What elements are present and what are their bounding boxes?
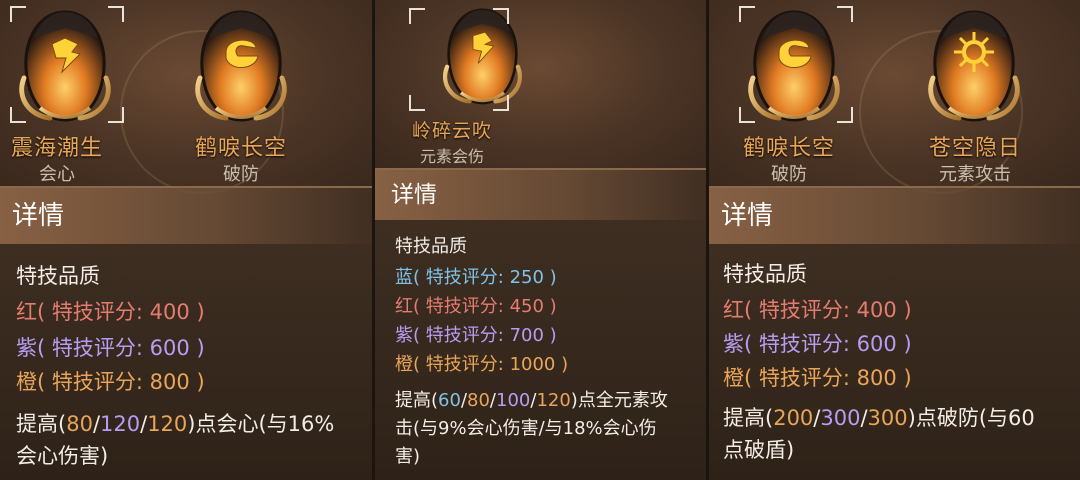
skill-panel-2: 岭碎云吹 元素会伤 详情 特技品质 蓝( 特技评分: 250 ) 红( 特技评分… <box>375 0 706 480</box>
gem-slot-selected[interactable] <box>10 8 120 123</box>
selection-corner <box>739 107 755 123</box>
quality-heading: 特技品质 <box>395 236 467 257</box>
selection-corner <box>739 6 755 22</box>
sun-crest-icon <box>919 8 1029 123</box>
tier-row: 紫( 特技评分: 600 ) <box>16 336 205 360</box>
selection-corner <box>10 6 26 22</box>
gem-stat: 破防 <box>771 164 807 185</box>
effect-description-cont: 击(与9%会心伤害/与18%会心伤 <box>395 418 657 439</box>
skill-panel-1: 震海潮生 会心 鹤唳长空 破防 详情 特技品质 红( 特技评分: 400 ) 紫… <box>0 0 372 480</box>
effect-description: 提高(60/80/100/120)点全元素攻 <box>395 390 668 411</box>
tier-row: 紫( 特技评分: 700 ) <box>395 325 557 346</box>
effect-description-cont: 会心伤害) <box>16 444 109 468</box>
tier-row: 红( 特技评分: 400 ) <box>16 300 205 324</box>
tier-row: 红( 特技评分: 450 ) <box>395 296 557 317</box>
tier-row: 紫( 特技评分: 600 ) <box>723 332 912 356</box>
detail-header: 详情 <box>375 168 706 220</box>
skill-panel-3: 鹤唳长空 破防 苍空隐日 元素攻击 详情 特技品质 红( 特技评分: 400 )… <box>709 0 1080 480</box>
selection-corner <box>108 107 124 123</box>
gem-stat: 破防 <box>223 164 259 185</box>
quality-heading: 特技品质 <box>16 264 100 288</box>
gem-name: 震海潮生 <box>10 136 103 161</box>
gem-name: 岭碎云吹 <box>411 120 492 142</box>
gem-slot[interactable] <box>186 8 296 123</box>
selection-corner <box>837 6 853 22</box>
gem-name: 苍空隐日 <box>928 136 1021 161</box>
gem-slot-selected[interactable] <box>435 6 530 106</box>
gem-stat: 元素攻击 <box>939 164 1011 185</box>
gem-slot-selected[interactable] <box>739 8 849 123</box>
tier-row: 蓝( 特技评分: 250 ) <box>395 267 557 288</box>
gem-slot[interactable] <box>919 8 1029 123</box>
detail-header: 详情 <box>0 186 372 244</box>
tier-row: 橙( 特技评分: 1000 ) <box>395 354 569 375</box>
gem-stat: 会心 <box>39 164 75 185</box>
tier-row: 红( 特技评分: 400 ) <box>723 298 912 322</box>
gem-name: 鹤唳长空 <box>194 136 287 161</box>
selection-corner <box>409 95 425 111</box>
quality-heading: 特技品质 <box>723 262 807 286</box>
detail-body: 特技品质 红( 特技评分: 400 ) 紫( 特技评分: 600 ) 橙( 特技… <box>709 244 1080 480</box>
selection-corner <box>108 6 124 22</box>
selection-corner <box>10 107 26 123</box>
lightning-crest-icon <box>10 8 120 123</box>
selection-corner <box>493 8 509 24</box>
detail-header: 详情 <box>709 186 1080 244</box>
effect-description-cont: 点破盾) <box>723 438 795 462</box>
gem-name: 鹤唳长空 <box>742 136 835 161</box>
swirl-crest-icon <box>739 8 849 123</box>
gem-row: 鹤唳长空 破防 苍空隐日 元素攻击 <box>709 0 1080 194</box>
selection-corner <box>837 107 853 123</box>
selection-corner <box>409 8 425 24</box>
effect-description-cont: 害) <box>395 446 421 467</box>
detail-body: 特技品质 蓝( 特技评分: 250 ) 红( 特技评分: 450 ) 紫( 特技… <box>375 220 706 480</box>
tier-row: 橙( 特技评分: 800 ) <box>16 370 205 394</box>
tier-row: 橙( 特技评分: 800 ) <box>723 366 912 390</box>
gem-row: 岭碎云吹 元素会伤 <box>375 0 706 168</box>
gem-row: 震海潮生 会心 鹤唳长空 破防 <box>0 0 372 194</box>
swirl-crest-icon <box>186 8 296 123</box>
lightning-crest-icon <box>435 6 530 106</box>
detail-body: 特技品质 红( 特技评分: 400 ) 紫( 特技评分: 600 ) 橙( 特技… <box>0 244 372 480</box>
selection-corner <box>493 95 509 111</box>
effect-description: 提高(80/120/120)点会心(与16% <box>16 412 335 436</box>
gem-stat: 元素会伤 <box>419 147 484 166</box>
effect-description: 提高(200/300/300)点破防(与60 <box>723 406 1035 430</box>
